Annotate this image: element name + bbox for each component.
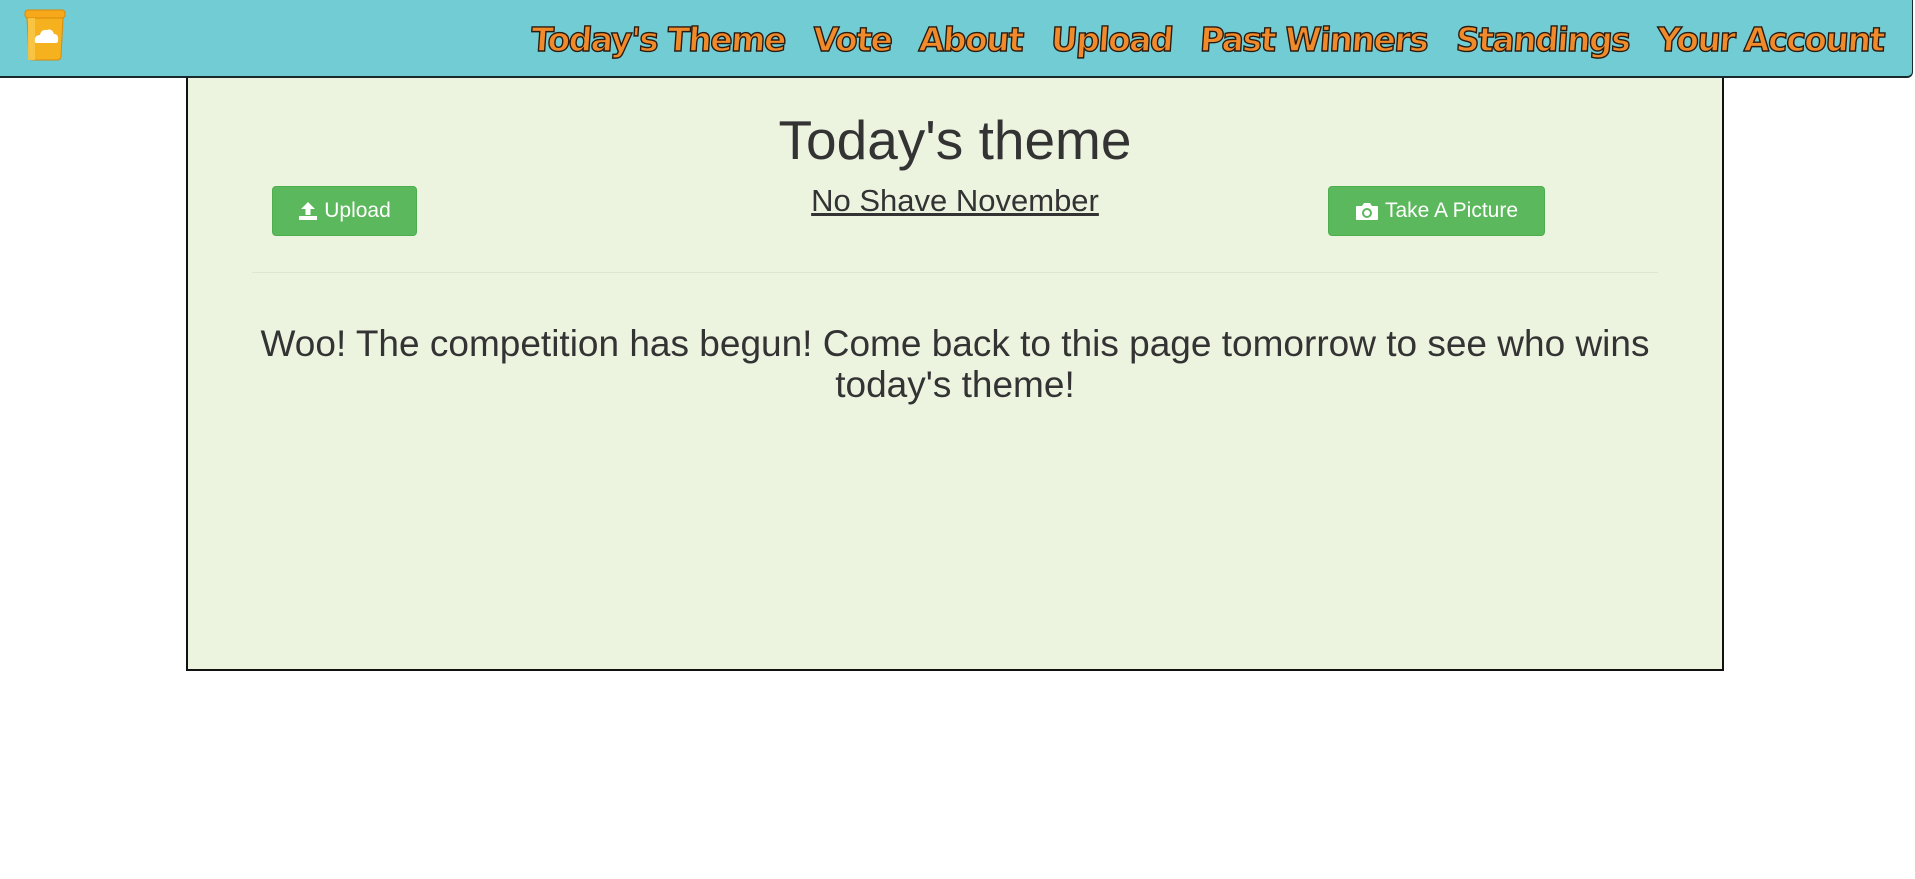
- nav-item-your-account[interactable]: Your Account: [1655, 19, 1886, 59]
- take-picture-button-label: Take A Picture: [1384, 199, 1519, 222]
- nav-item-todays-theme[interactable]: Today's Theme: [529, 19, 787, 59]
- nav-item-standings[interactable]: Standings: [1454, 19, 1632, 59]
- nav-menu: Today's Theme Vote About Upload Past Win…: [529, 0, 1887, 78]
- nav-item-upload[interactable]: Upload: [1049, 19, 1174, 59]
- site-logo-icon[interactable]: [16, 6, 74, 64]
- theme-panel: Today's theme No Shave November Upload T…: [186, 78, 1724, 671]
- nav-item-about[interactable]: About: [917, 19, 1025, 59]
- upload-button[interactable]: Upload: [272, 186, 417, 236]
- top-navbar: Today's Theme Vote About Upload Past Win…: [0, 0, 1913, 78]
- camera-icon: [1355, 201, 1379, 221]
- nav-item-past-winners[interactable]: Past Winners: [1198, 19, 1430, 59]
- nav-item-vote[interactable]: Vote: [811, 19, 894, 59]
- page-title: Today's theme: [778, 109, 1132, 171]
- take-picture-button[interactable]: Take A Picture: [1328, 186, 1545, 236]
- upload-icon: [298, 201, 318, 221]
- competition-message: Woo! The competition has begun! Come bac…: [260, 323, 1650, 405]
- section-divider: [252, 272, 1658, 273]
- upload-button-label: Upload: [324, 199, 391, 222]
